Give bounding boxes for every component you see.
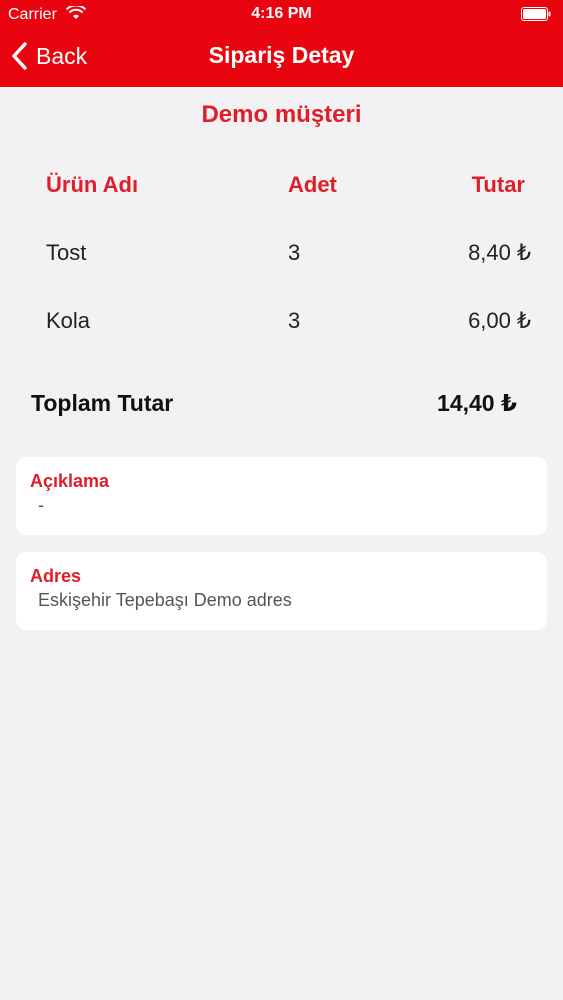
description-value: - bbox=[38, 495, 44, 515]
description-card: Açıklama - bbox=[16, 457, 547, 535]
address-title: Adres bbox=[30, 566, 82, 586]
navigation-bar: Carrier 4:16 PM Back Sipariş Detay bbox=[0, 0, 563, 87]
row-product-name: Kola bbox=[46, 308, 91, 333]
row-quantity: 3 bbox=[288, 308, 301, 333]
status-bar: Carrier 4:16 PM bbox=[0, 0, 563, 30]
description-title: Açıklama bbox=[30, 471, 110, 491]
customer-name: Demo müşteri bbox=[201, 101, 362, 128]
column-header-amount: Tutar bbox=[471, 172, 525, 197]
page-title: Sipariş Detay bbox=[208, 42, 355, 68]
total-value: 14,40 ₺ bbox=[437, 390, 517, 416]
nav-header: Back Sipariş Detay bbox=[0, 30, 563, 87]
row-amount: 6,00 ₺ bbox=[468, 308, 531, 333]
row-amount: 8,40 ₺ bbox=[468, 240, 531, 265]
row-product-name: Tost bbox=[46, 240, 87, 265]
column-header-product: Ürün Adı bbox=[46, 172, 139, 197]
address-card: Adres Eskişehir Tepebaşı Demo adres bbox=[16, 552, 547, 630]
column-header-quantity: Adet bbox=[288, 172, 337, 197]
address-value: Eskişehir Tepebaşı Demo adres bbox=[38, 590, 292, 610]
total-label: Toplam Tutar bbox=[31, 390, 174, 416]
battery-icon bbox=[521, 7, 551, 21]
status-time: 4:16 PM bbox=[251, 5, 312, 22]
row-quantity: 3 bbox=[288, 240, 301, 265]
